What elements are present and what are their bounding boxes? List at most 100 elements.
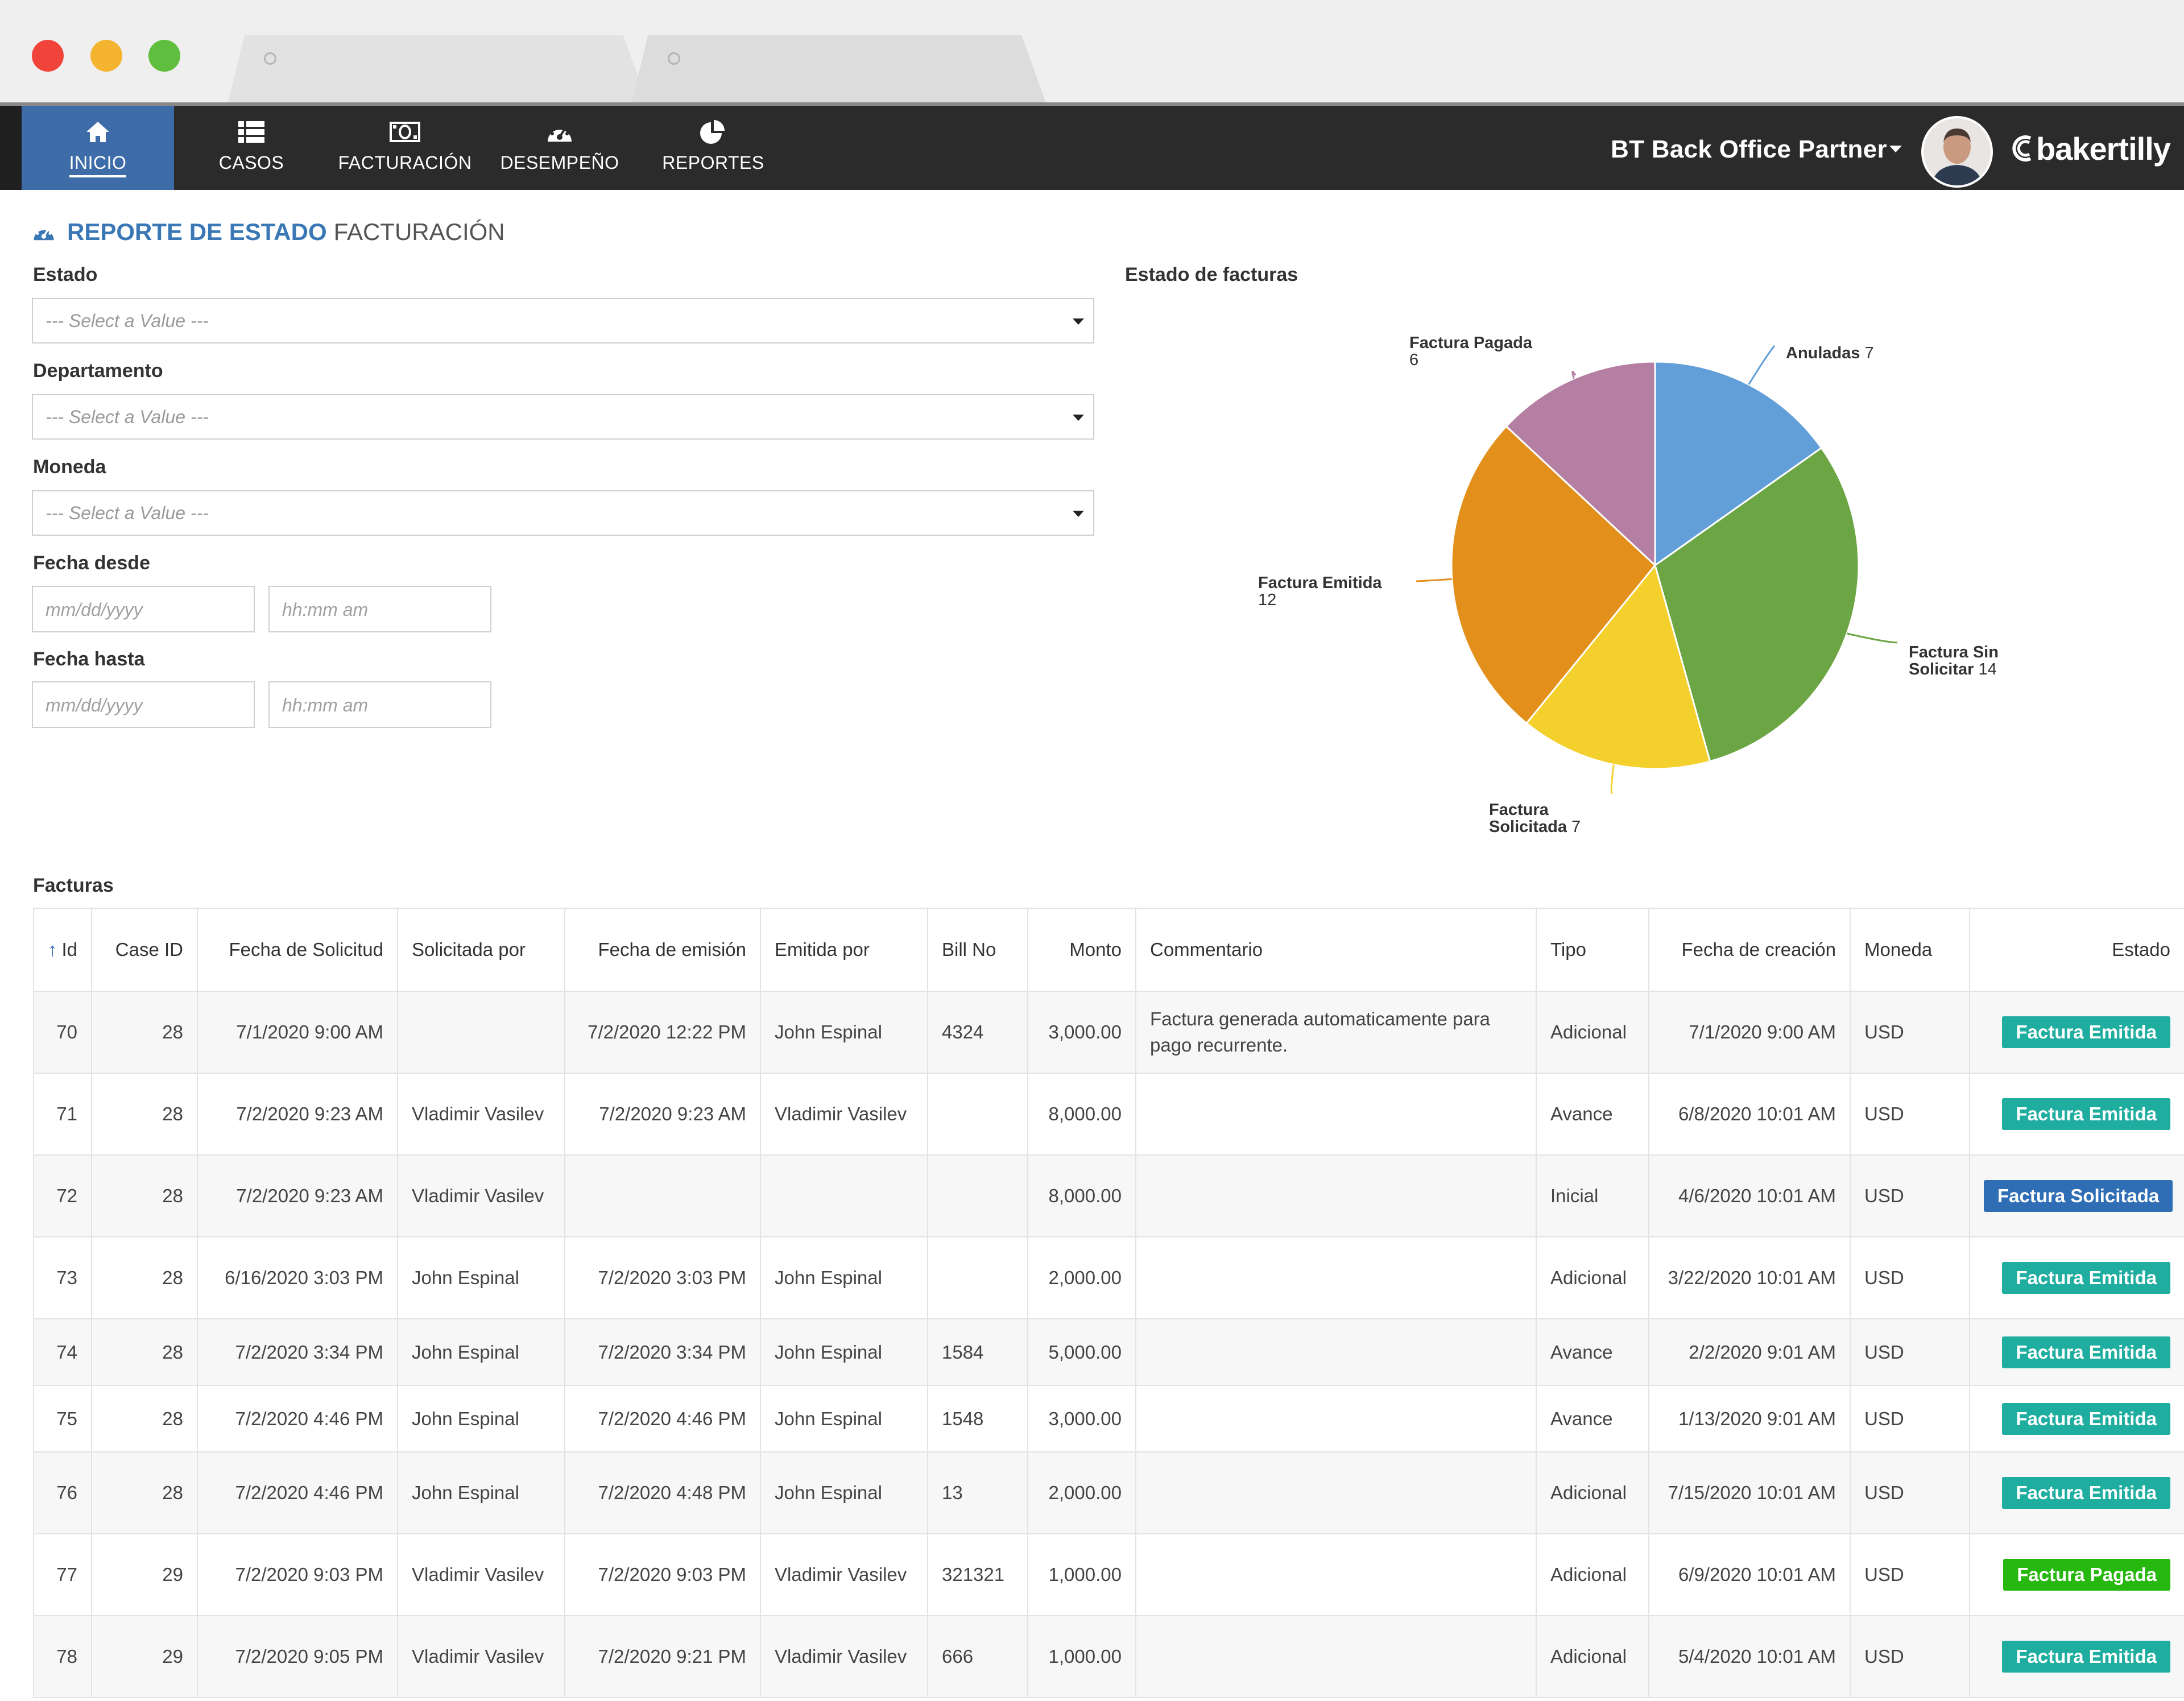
cell-tipo: Avance xyxy=(1536,1385,1649,1452)
cell-mon: USD xyxy=(1850,1236,1970,1319)
cell-emipor xyxy=(760,1154,928,1238)
pie-label-value: 12 xyxy=(1258,591,1276,609)
caret-down-icon[interactable] xyxy=(1889,146,1902,152)
table-row[interactable]: 74 28 7/2/2020 3:34 PM John Espinal 7/2/2020… xyxy=(33,1318,2184,1386)
table-row[interactable]: 76 28 7/2/2020 4:46 PM John Espinal 7/2/2020… xyxy=(33,1451,2184,1534)
table-header-row: ↑ Id Case ID Fecha de Solicitud Solicitad… xyxy=(33,908,2184,992)
cell-fsol: 7/2/2020 9:03 PM xyxy=(197,1533,398,1616)
browser-tab[interactable] xyxy=(228,35,648,105)
pie-connector xyxy=(1846,632,1898,644)
cell-bill xyxy=(927,1236,1028,1319)
cell-monto: 1,000.00 xyxy=(1027,1533,1136,1616)
column-header-fecha-creacion[interactable]: Fecha de creación xyxy=(1648,908,1851,992)
browser-chrome xyxy=(0,0,2184,105)
list-icon xyxy=(175,117,328,147)
cell-estado: Factura Emitida xyxy=(1969,1385,2184,1452)
fecha-desde-date-input[interactable]: mm/dd/yyyy xyxy=(32,586,255,632)
cell-com xyxy=(1135,1236,1537,1319)
user-menu-toggle[interactable]: BT Back Office Partner xyxy=(1611,135,1887,164)
brand-mark-icon xyxy=(2012,135,2032,162)
browser-tab[interactable] xyxy=(631,35,1046,105)
cell-fcre: 4/6/2020 10:01 AM xyxy=(1648,1154,1851,1238)
page-title-secondary: FACTURACIÓN xyxy=(333,218,505,245)
column-header-id[interactable]: ↑ Id xyxy=(33,908,92,992)
cell-bill: 4324 xyxy=(927,991,1028,1074)
table-row[interactable]: 75 28 7/2/2020 4:46 PM John Espinal 7/2/2020… xyxy=(33,1385,2184,1452)
nav-item-label: REPORTES xyxy=(662,152,764,173)
nav-item-desempeno[interactable]: DESEMPEÑO xyxy=(483,106,636,190)
cell-com xyxy=(1135,1385,1537,1452)
maximize-window-button[interactable] xyxy=(148,40,180,72)
pie-label-name: Solicitada xyxy=(1489,818,1567,836)
cell-femi: 7/2/2020 4:48 PM xyxy=(564,1451,761,1534)
nav-item-casos[interactable]: CASOS xyxy=(175,106,328,190)
nav-item-facturacion[interactable]: FACTURACIÓN xyxy=(329,106,481,190)
table-row[interactable]: 73 28 6/16/2020 3:03 PM John Espinal 7/2/202… xyxy=(33,1236,2184,1319)
cell-case: 29 xyxy=(91,1615,198,1698)
status-badge: Factura Emitida xyxy=(2002,1336,2170,1368)
fecha-hasta-time-input[interactable]: hh:mm am xyxy=(268,681,491,728)
column-header-fecha-solicitud[interactable]: Fecha de Solicitud xyxy=(197,908,398,992)
cell-emipor: John Espinal xyxy=(760,1318,928,1386)
cell-solpor xyxy=(397,991,565,1074)
cell-solpor: Vladimir Vasilev xyxy=(397,1615,565,1698)
table-row[interactable]: 77 29 7/2/2020 9:03 PM Vladimir Vasilev 7/2/… xyxy=(33,1533,2184,1616)
departamento-select[interactable]: --- Select a Value --- xyxy=(32,394,1094,440)
caret-down-icon xyxy=(1073,318,1084,325)
cell-fcre: 3/22/2020 10:01 AM xyxy=(1648,1236,1851,1319)
page-title-primary: REPORTE DE ESTADO xyxy=(67,218,327,245)
table-row[interactable]: 71 28 7/2/2020 9:23 AM Vladimir Vasilev 7/2/… xyxy=(33,1073,2184,1156)
table-row[interactable]: 70 28 7/1/2020 9:00 AM 7/2/2020 12:22 PM Joh… xyxy=(33,991,2184,1074)
facturas-table: ↑ Id Case ID Fecha de Solicitud Solicitad… xyxy=(33,908,2184,1698)
cell-fcre: 5/4/2020 10:01 AM xyxy=(1648,1615,1851,1698)
cell-com xyxy=(1135,1533,1537,1616)
pie-label-name: Anuladas xyxy=(1786,344,1860,362)
cell-estado: Factura Emitida xyxy=(1969,1073,2184,1156)
home-icon xyxy=(22,117,174,147)
nav-item-reportes[interactable]: REPORTES xyxy=(637,106,789,190)
pie-connector xyxy=(1748,345,1776,385)
cell-fcre: 2/2/2020 9:01 AM xyxy=(1648,1318,1851,1386)
pie-label: Factura Pagada 6 xyxy=(1409,334,1533,369)
nav-item-inicio[interactable]: INICIO xyxy=(22,106,174,190)
cell-tipo: Avance xyxy=(1536,1318,1649,1386)
cell-mon: USD xyxy=(1850,1154,1970,1238)
cell-fcre: 6/9/2020 10:01 AM xyxy=(1648,1533,1851,1616)
cell-femi: 7/2/2020 4:46 PM xyxy=(564,1385,761,1452)
cell-id: 72 xyxy=(33,1154,92,1238)
cell-id: 74 xyxy=(33,1318,92,1386)
cell-solpor: Vladimir Vasilev xyxy=(397,1073,565,1156)
column-header-commentario[interactable]: Commentario xyxy=(1135,908,1537,992)
moneda-select[interactable]: --- Select a Value --- xyxy=(32,490,1094,536)
column-header-solicitada-por[interactable]: Solicitada por xyxy=(397,908,565,992)
cell-estado: Factura Solicitada xyxy=(1969,1154,2184,1238)
column-header-fecha-emision[interactable]: Fecha de emisión xyxy=(564,908,761,992)
cell-emipor: Vladimir Vasilev xyxy=(760,1615,928,1698)
column-header-estado[interactable]: Estado xyxy=(1969,908,2184,992)
table-row[interactable]: 72 28 7/2/2020 9:23 AM Vladimir Vasilev 8,00… xyxy=(33,1154,2184,1238)
pie-label-name: Factura Emitida xyxy=(1258,574,1382,592)
cell-femi: 7/2/2020 9:03 PM xyxy=(564,1533,761,1616)
column-header-case-id[interactable]: Case ID xyxy=(91,908,198,992)
table-row[interactable]: 78 29 7/2/2020 9:05 PM Vladimir Vasilev 7/2/… xyxy=(33,1615,2184,1698)
cell-bill: 1584 xyxy=(927,1318,1028,1386)
fecha-desde-time-input[interactable]: hh:mm am xyxy=(268,586,491,632)
cell-id: 78 xyxy=(33,1615,92,1698)
column-header-moneda[interactable]: Moneda xyxy=(1850,908,1970,992)
cell-mon: USD xyxy=(1850,1533,1970,1616)
main-navbar: INICIO CASOS FACTURACIÓN DESEMPEÑO REPOR… xyxy=(0,106,2184,190)
cell-case: 29 xyxy=(91,1533,198,1616)
fecha-hasta-date-input[interactable]: mm/dd/yyyy xyxy=(32,681,255,728)
column-header-tipo[interactable]: Tipo xyxy=(1536,908,1649,992)
column-header-emitida-por[interactable]: Emitida por xyxy=(760,908,928,992)
minimize-window-button[interactable] xyxy=(90,40,122,72)
nav-item-label: DESEMPEÑO xyxy=(500,152,619,173)
sort-asc-icon: ↑ xyxy=(48,939,57,960)
column-header-monto[interactable]: Monto xyxy=(1027,908,1136,992)
cell-case: 28 xyxy=(91,1236,198,1319)
column-header-bill-no[interactable]: Bill No xyxy=(927,908,1028,992)
close-window-button[interactable] xyxy=(32,40,64,72)
avatar[interactable] xyxy=(1921,116,1993,188)
estado-select[interactable]: --- Select a Value --- xyxy=(32,298,1094,343)
pie-label-name: Factura xyxy=(1489,801,1549,819)
